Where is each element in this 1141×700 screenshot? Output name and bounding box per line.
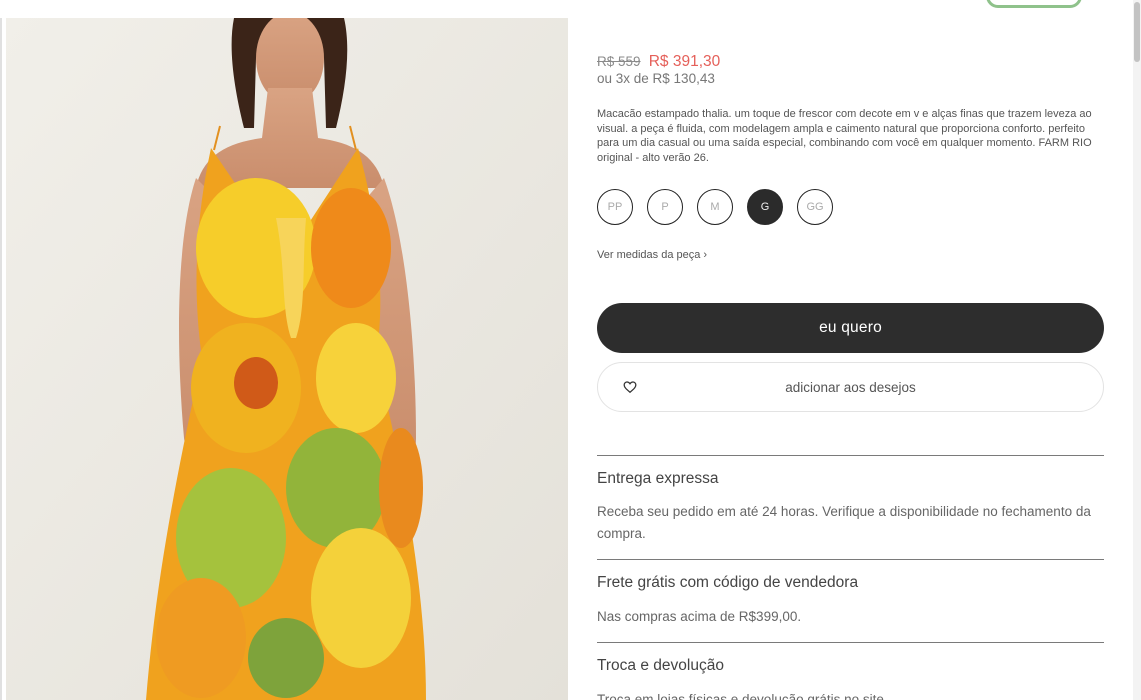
product-photo (6, 18, 568, 700)
wishlist-button[interactable]: adicionar aos desejos (597, 362, 1104, 412)
section-frete-title[interactable]: Frete grátis com código de vendedora (597, 574, 858, 592)
wishlist-button-label: adicionar aos desejos (785, 379, 916, 395)
partial-green-button[interactable] (986, 0, 1082, 8)
product-description: Macacão estampado thalia. um toque de fr… (597, 108, 1092, 164)
price-row: R$ 559 R$ 391,30 (597, 53, 720, 71)
heart-icon (623, 381, 637, 394)
section-entrega (597, 455, 1104, 456)
section-troca-text: Troca em lojas físicas e devolução gráti… (597, 692, 888, 700)
price-old: R$ 559 (597, 54, 641, 69)
measures-link[interactable]: Ver medidas da peça › (597, 249, 707, 261)
product-image[interactable] (6, 18, 568, 700)
section-frete (597, 559, 1104, 560)
size-option-gg[interactable]: GG (797, 189, 833, 225)
section-frete-text: Nas compras acima de R$399,00. (597, 609, 802, 624)
size-selector: PP P M G GG (597, 189, 833, 225)
section-troca-title[interactable]: Troca e devolução (597, 657, 724, 675)
top-strip (0, 0, 1141, 18)
size-option-g[interactable]: G (747, 189, 783, 225)
section-entrega-text: Receba seu pedido em até 24 horas. Verif… (597, 504, 1091, 541)
section-troca (597, 642, 1104, 643)
size-option-m[interactable]: M (697, 189, 733, 225)
size-option-pp[interactable]: PP (597, 189, 633, 225)
price-new: R$ 391,30 (648, 53, 721, 70)
installments: ou 3x de R$ 130,43 (597, 71, 715, 86)
section-entrega-title[interactable]: Entrega expressa (597, 470, 719, 488)
buy-button-label: eu quero (819, 319, 882, 336)
left-edge (0, 0, 2, 700)
scrollbar-thumb[interactable] (1134, 2, 1140, 62)
buy-button[interactable]: eu quero (597, 303, 1104, 353)
size-option-p[interactable]: P (647, 189, 683, 225)
scrollbar[interactable] (1133, 0, 1141, 700)
